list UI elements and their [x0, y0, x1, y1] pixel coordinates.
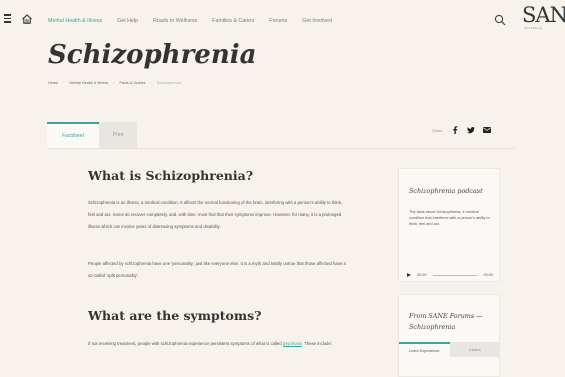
- nav-get-help[interactable]: Get Help: [117, 18, 138, 24]
- symptoms-text-end: . These include:: [301, 341, 333, 346]
- breadcrumb-mental-health[interactable]: Mental Health & Illness: [69, 81, 108, 85]
- mail-icon: [482, 127, 491, 133]
- top-navigation: Mental Health & Illness Get Help Roads t…: [0, 0, 565, 40]
- facebook-icon: [452, 126, 457, 134]
- podcast-card: Schizophrenia podcast The facts about Sc…: [398, 168, 500, 282]
- logo-subtitle: AUSTRALIA: [524, 27, 543, 30]
- hamburger-menu-icon[interactable]: [4, 14, 11, 23]
- breadcrumb-separator: ›: [150, 81, 152, 85]
- time-duration: 00:00: [483, 273, 493, 277]
- forums-tabs: Lived Experience Carers: [399, 342, 500, 357]
- breadcrumb-current: Schizophrenia: [156, 81, 181, 85]
- heading-what-is: What is Schizophrenia?: [88, 168, 254, 183]
- twitter-icon: [466, 126, 475, 133]
- main-nav: Mental Health & Illness Get Help Roads t…: [48, 18, 347, 24]
- share-bar: Share: [432, 124, 497, 136]
- podcast-title: Schizophrenia podcast: [409, 187, 483, 195]
- podcast-description: The facts about Schizophrenia, a medical…: [409, 210, 490, 227]
- nav-families-carers[interactable]: Families & Carers: [212, 18, 254, 24]
- nav-get-involved[interactable]: Get Involved: [302, 18, 332, 24]
- share-label: Share: [432, 127, 443, 133]
- play-icon[interactable]: [407, 273, 411, 277]
- divider: [47, 148, 515, 149]
- audio-player: 00:00 00:00: [407, 269, 493, 281]
- email-share-button[interactable]: [481, 124, 493, 136]
- heading-symptoms: What are the symptoms?: [88, 308, 262, 323]
- nav-mental-health[interactable]: Mental Health & Illness: [48, 18, 102, 24]
- tab-factsheet[interactable]: Factsheet: [47, 122, 99, 148]
- tab-carers[interactable]: Carers: [449, 342, 500, 357]
- search-icon[interactable]: [494, 13, 506, 26]
- home-icon[interactable]: [21, 12, 33, 24]
- symptoms-text: If not receiving treatment, people with …: [88, 341, 283, 346]
- forums-title: From SANE Forums — Schizophrenia: [409, 312, 483, 331]
- breadcrumb-separator: ›: [113, 81, 115, 85]
- nav-forums[interactable]: Forums: [269, 18, 287, 24]
- forums-card: From SANE Forums — Schizophrenia Lived E…: [398, 294, 500, 377]
- paragraph-personality: People affected by schizophrenia have on…: [88, 261, 346, 278]
- breadcrumb: Home › Mental Health & Illness › Facts &…: [48, 81, 181, 85]
- tab-lived-experience[interactable]: Lived Experience: [399, 342, 450, 357]
- audio-progress-track[interactable]: [432, 274, 478, 276]
- content-tabs: Factsheet Print: [47, 122, 137, 148]
- breadcrumb-facts-guides[interactable]: Facts & Guides: [120, 81, 146, 85]
- nav-roads-to-wellness[interactable]: Roads to Wellness: [153, 18, 197, 24]
- paragraph-definition: Schizophrenia is an illness, a medical c…: [88, 200, 343, 229]
- facebook-share-button[interactable]: [449, 124, 461, 136]
- page-title: Schizophrenia: [48, 40, 257, 70]
- twitter-share-button[interactable]: [465, 124, 477, 136]
- breadcrumb-separator: ›: [63, 81, 65, 85]
- paragraph-symptoms: If not receiving treatment, people with …: [88, 338, 348, 350]
- psychosis-link[interactable]: psychosis: [283, 341, 302, 346]
- time-current: 00:00: [417, 273, 427, 277]
- breadcrumb-home[interactable]: Home: [48, 81, 58, 85]
- tab-print[interactable]: Print: [99, 122, 137, 148]
